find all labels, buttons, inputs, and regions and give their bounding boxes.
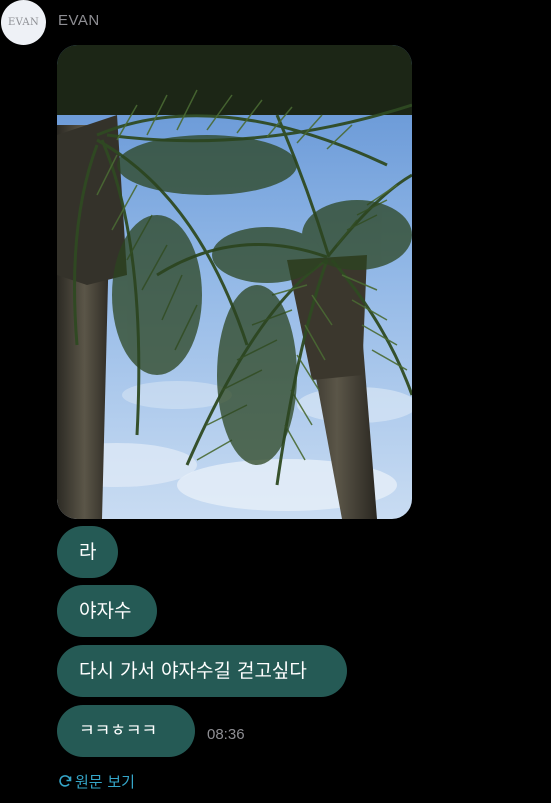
message-text: 라 [79,541,97,563]
view-original-link[interactable]: 원문 보기 [57,770,135,792]
message-bubble[interactable]: 다시 가서 야자수길 걷고싶다 [57,645,347,697]
shared-photo[interactable] [57,45,412,519]
message-timestamp: 08:36 [207,726,245,743]
sender-name[interactable]: EVAN [58,12,100,29]
message-text: 야자수 [79,600,132,622]
message-header: EVAN EVAN [0,0,551,46]
message-text: 다시 가서 야자수길 걷고싶다 [79,660,307,682]
message-bubble[interactable]: 라 [57,526,118,578]
view-original-label: 원문 보기 [75,772,135,791]
palm-trees-image [57,45,412,519]
message-bubble[interactable]: ㅋㅋㅎㅋㅋ [57,705,195,757]
refresh-icon [57,773,73,789]
avatar[interactable]: EVAN [1,0,46,45]
message-text: ㅋㅋㅎㅋㅋ [79,721,158,741]
message-bubble[interactable]: 야자수 [57,585,157,637]
avatar-text: EVAN [7,17,39,28]
